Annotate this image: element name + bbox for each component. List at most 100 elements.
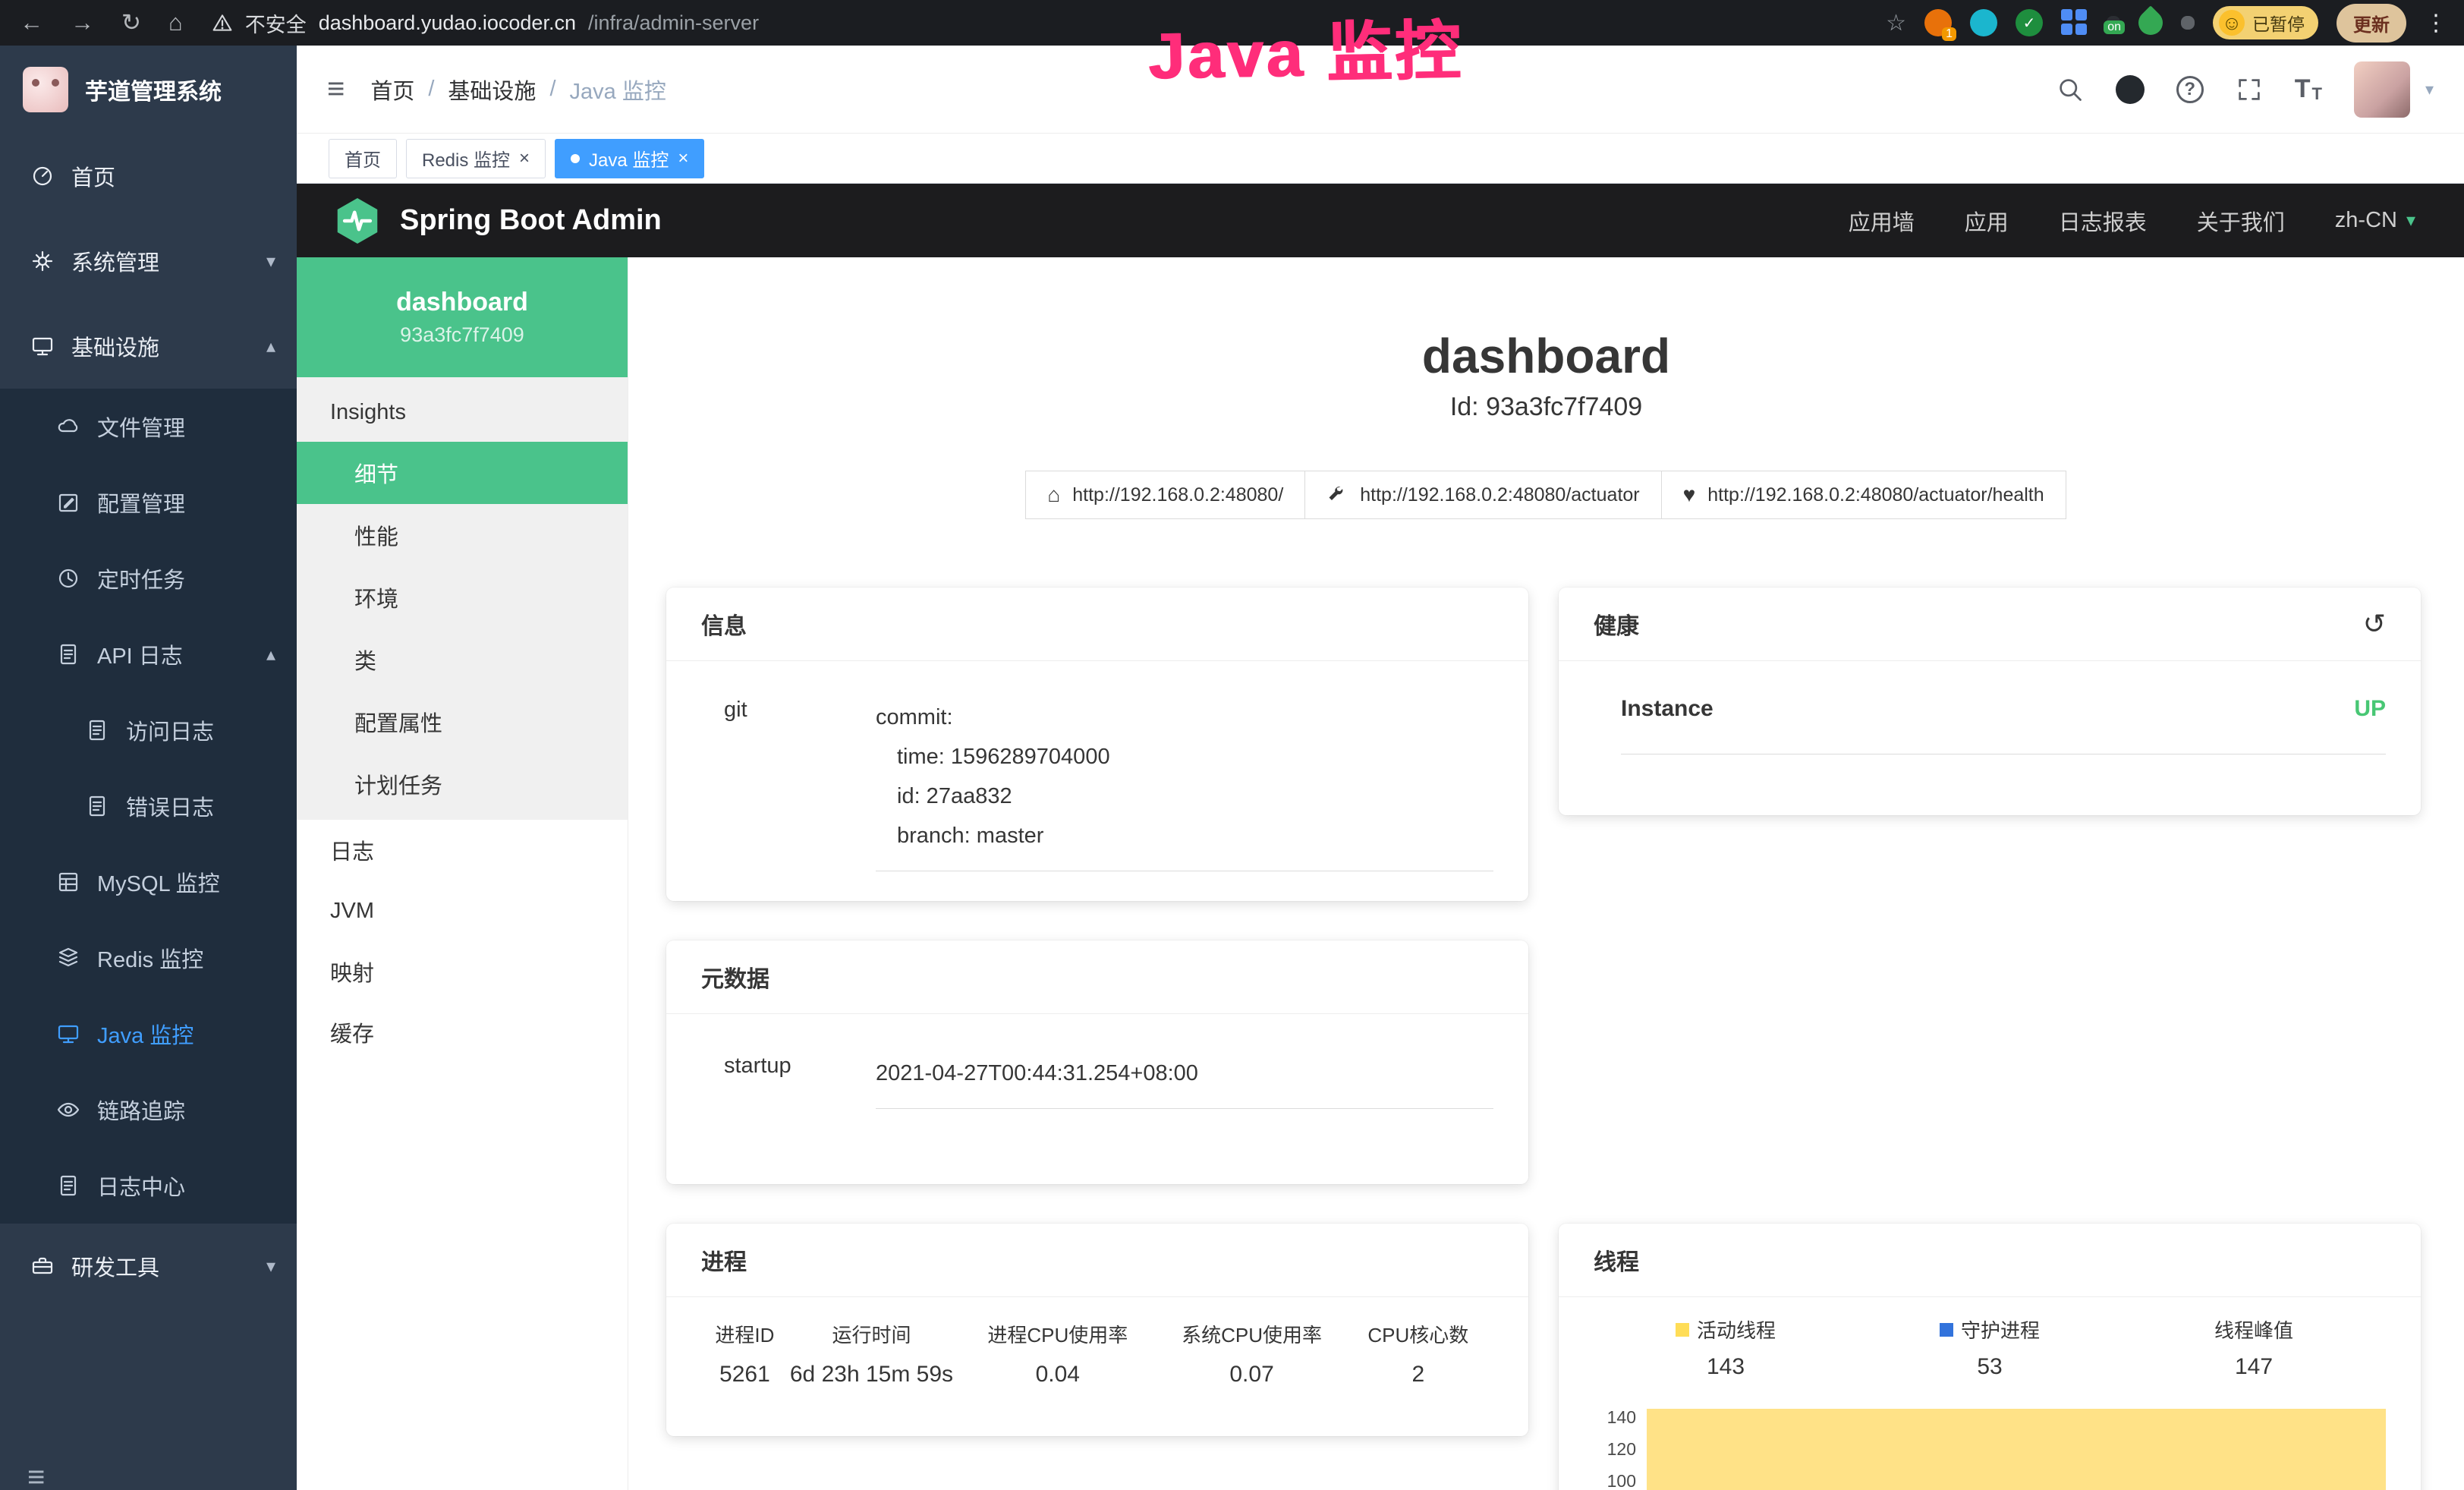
font-small-glyph: T bbox=[2312, 84, 2322, 104]
chevron-up-icon: ▴ bbox=[266, 644, 275, 666]
profile-paused-pill[interactable]: ☺ 已暂停 bbox=[2213, 6, 2318, 39]
sba-item-classes[interactable]: 类 bbox=[297, 628, 628, 691]
process-col-header: CPU核心数 bbox=[1343, 1320, 1493, 1348]
leaf-extension-icon[interactable] bbox=[2133, 5, 2167, 39]
menu-item-job[interactable]: 定时任务 bbox=[0, 540, 297, 616]
forward-icon[interactable]: → bbox=[71, 9, 94, 36]
menu-item-file[interactable]: 文件管理 bbox=[0, 389, 297, 465]
sba-language-select[interactable]: zh-CN ▾ bbox=[2335, 208, 2415, 233]
cards-right-column: 健康 ↺ Instance UP 线程 bbox=[1559, 587, 2421, 1490]
home-icon[interactable]: ⌂ bbox=[168, 9, 183, 36]
table-grid-icon bbox=[56, 870, 80, 894]
font-size-icon[interactable]: T T bbox=[2295, 74, 2322, 104]
page-title: dashboard bbox=[628, 329, 2464, 383]
screen: ← → ↻ ⌂ 不安全 dashboard.yudao.iocoder.cn /… bbox=[0, 0, 2464, 1490]
sba-item-configprops[interactable]: 配置属性 bbox=[297, 691, 628, 753]
question-icon[interactable]: ? bbox=[2176, 76, 2204, 103]
menu-item-java[interactable]: Java 监控 bbox=[0, 996, 297, 1072]
sba-nav-journal[interactable]: 日志报表 bbox=[2059, 205, 2147, 237]
menu-label: MySQL 监控 bbox=[97, 866, 220, 898]
health-instance-row: Instance UP bbox=[1621, 696, 2386, 754]
menu-item-log-center[interactable]: 日志中心 bbox=[0, 1148, 297, 1224]
legend-swatch-yellow bbox=[1676, 1323, 1689, 1337]
address-bar[interactable]: 不安全 dashboard.yudao.iocoder.cn /infra/ad… bbox=[212, 8, 759, 38]
search-icon[interactable] bbox=[2056, 76, 2084, 103]
edit-icon bbox=[56, 490, 80, 515]
sba-item-metrics[interactable]: 性能 bbox=[297, 504, 628, 566]
menu-label: Redis 监控 bbox=[97, 942, 203, 974]
cloud-icon bbox=[56, 414, 80, 439]
sba-title: Spring Boot Admin bbox=[400, 204, 662, 237]
history-icon[interactable]: ↺ bbox=[2363, 608, 2386, 640]
sba-item-environment[interactable]: 环境 bbox=[297, 566, 628, 628]
sba-nav-about[interactable]: 关于我们 bbox=[2197, 205, 2285, 237]
breadcrumb-home[interactable]: 首页 bbox=[370, 74, 414, 106]
tab-redis-monitor[interactable]: Redis 监控 × bbox=[406, 139, 546, 178]
actuator-url-button[interactable]: http://192.168.0.2:48080/actuator bbox=[1304, 471, 1661, 519]
process-value: 5261 bbox=[701, 1362, 788, 1388]
fullscreen-icon[interactable] bbox=[2236, 76, 2263, 103]
menu-item-api-log[interactable]: API 日志 ▴ bbox=[0, 616, 297, 692]
chevron-down-icon: ▾ bbox=[2406, 209, 2415, 232]
close-icon[interactable]: × bbox=[678, 150, 688, 168]
menu-item-config[interactable]: 配置管理 bbox=[0, 465, 297, 540]
main-region: ≡ 首页 / 基础设施 / Java 监控 ? T T bbox=[297, 46, 2464, 1490]
menu-item-redis[interactable]: Redis 监控 bbox=[0, 920, 297, 996]
url-host: dashboard.yudao.iocoder.cn bbox=[319, 11, 576, 35]
health-url-button[interactable]: ♥ http://192.168.0.2:48080/actuator/heal… bbox=[1661, 471, 2066, 519]
breadcrumb-current: Java 监控 bbox=[570, 74, 666, 106]
process-value: 6d 23h 15m 59s bbox=[788, 1362, 955, 1388]
legend-value: 143 bbox=[1594, 1354, 1858, 1380]
threads-chart-plot bbox=[1647, 1400, 2386, 1490]
extension-icon-1[interactable]: 1 bbox=[1924, 9, 1952, 36]
sidebar-collapse-icon[interactable]: ≡ bbox=[27, 1460, 45, 1490]
bookmark-star-icon[interactable]: ☆ bbox=[1886, 10, 1906, 36]
github-icon[interactable] bbox=[2116, 75, 2145, 104]
layers-icon bbox=[56, 946, 80, 970]
user-avatar[interactable] bbox=[2354, 61, 2410, 118]
extension-icon-4[interactable] bbox=[2061, 9, 2088, 36]
avatar-caret-icon[interactable]: ▾ bbox=[2425, 80, 2434, 99]
url-path: /infra/admin-server bbox=[588, 11, 759, 35]
page-instance-id: Id: 93a3fc7f7409 bbox=[628, 392, 2464, 422]
extension-icon-5[interactable]: on bbox=[2107, 16, 2120, 30]
chrome-update-button[interactable]: 更新 bbox=[2337, 4, 2406, 43]
menu-item-trace[interactable]: 链路追踪 bbox=[0, 1072, 297, 1148]
menu-item-home[interactable]: 首页 bbox=[0, 134, 297, 219]
process-col-header: 进程CPU使用率 bbox=[955, 1320, 1160, 1348]
close-icon[interactable]: × bbox=[519, 150, 530, 168]
menu-item-system[interactable]: 系统管理 ▾ bbox=[0, 219, 297, 304]
sba-item-logfile[interactable]: 日志 bbox=[297, 820, 628, 880]
menu-item-devtools[interactable]: 研发工具 ▾ bbox=[0, 1224, 297, 1309]
sba-nav-applications[interactable]: 应用 bbox=[1965, 205, 2009, 237]
health-instance-label: Instance bbox=[1621, 696, 1713, 722]
legend-peak-threads: 线程峰值 bbox=[2122, 1315, 2386, 1344]
eye-icon bbox=[56, 1098, 80, 1122]
puzzle-extension-icon[interactable] bbox=[2181, 16, 2195, 30]
tab-home[interactable]: 首页 bbox=[329, 139, 397, 178]
sba-item-details[interactable]: 细节 bbox=[297, 442, 628, 504]
reload-icon[interactable]: ↻ bbox=[121, 9, 141, 36]
sba-item-scheduled-tasks[interactable]: 计划任务 bbox=[297, 753, 628, 815]
sba-nav-wall[interactable]: 应用墙 bbox=[1849, 205, 1915, 237]
extension-icon-3[interactable]: ✓ bbox=[2016, 9, 2043, 36]
process-value: 2 bbox=[1343, 1362, 1493, 1388]
hamburger-icon[interactable]: ≡ bbox=[327, 72, 345, 106]
menu-item-error-log[interactable]: 错误日志 bbox=[0, 768, 297, 844]
legend-swatch-blue bbox=[1940, 1323, 1953, 1337]
breadcrumb-infra[interactable]: 基础设施 bbox=[448, 74, 536, 106]
extension-icon-2[interactable] bbox=[1970, 9, 1997, 36]
sba-item-jvm[interactable]: JVM bbox=[297, 880, 628, 941]
menu-item-infra[interactable]: 基础设施 ▴ bbox=[0, 304, 297, 389]
menu-item-mysql[interactable]: MySQL 监控 bbox=[0, 844, 297, 920]
sba-item-mappings[interactable]: 映射 bbox=[297, 941, 628, 1002]
tab-java-monitor[interactable]: Java 监控 × bbox=[555, 139, 704, 178]
service-url-button[interactable]: ⌂ http://192.168.0.2:48080/ bbox=[1025, 471, 1305, 519]
sba-main-content: dashboard Id: 93a3fc7f7409 ⌂ http://192.… bbox=[628, 257, 2464, 1490]
active-tab-dot bbox=[571, 154, 580, 163]
sba-instance-block[interactable]: dashboard 93a3fc7f7409 bbox=[297, 257, 628, 377]
back-icon[interactable]: ← bbox=[20, 9, 43, 36]
menu-item-access-log[interactable]: 访问日志 bbox=[0, 692, 297, 768]
sba-item-caches[interactable]: 缓存 bbox=[297, 1002, 628, 1063]
browser-menu-icon[interactable]: ⋮ bbox=[2425, 10, 2452, 36]
